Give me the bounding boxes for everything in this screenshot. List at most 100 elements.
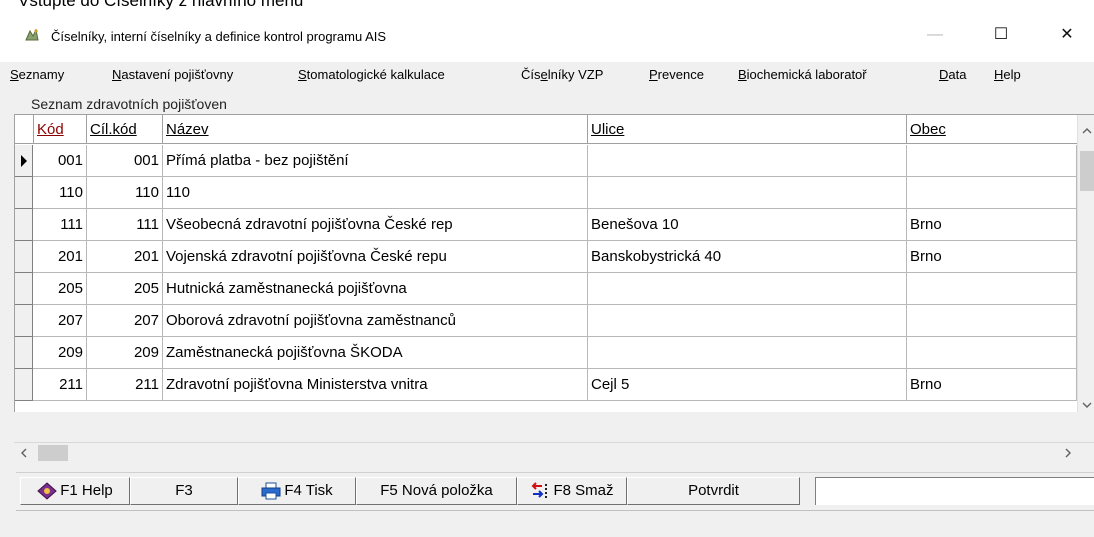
cell-cil-kod[interactable]: 205 <box>87 273 163 305</box>
cell-nazev[interactable]: Přímá platba - bez pojištění <box>163 145 588 177</box>
f5-new-item-button[interactable]: F5 Nová položka <box>356 477 517 505</box>
minimize-button[interactable]: — <box>912 20 958 50</box>
delete-arrows-icon <box>532 482 548 499</box>
f4-print-button[interactable]: F4 Tisk <box>238 477 356 505</box>
cell-ulice[interactable]: Banskobystrická 40 <box>588 241 907 273</box>
title-bar[interactable]: Číselníky, interní číselníky a definice … <box>0 14 1094 54</box>
menu-item-7[interactable]: Data <box>939 67 966 82</box>
grid-header: Kód Cíl.kód Název Ulice Obec <box>15 115 1085 144</box>
table-row[interactable]: 211 211 Zdravotní pojišťovna Ministerstva … <box>15 369 1077 401</box>
row-indicator[interactable] <box>15 241 33 273</box>
cell-cil-kod[interactable]: 111 <box>87 209 163 241</box>
cell-obec[interactable] <box>907 337 1077 369</box>
table-row[interactable]: 110 110 110 <box>15 177 1077 209</box>
cell-nazev[interactable]: 110 <box>163 177 588 209</box>
cell-ulice[interactable] <box>588 305 907 337</box>
menu-item-2[interactable]: Nastavení pojišťovny <box>112 67 233 82</box>
cell-cil-kod[interactable]: 207 <box>87 305 163 337</box>
vertical-scroll-thumb[interactable] <box>1080 151 1094 191</box>
work-area: Seznam zdravotních pojišťoven Kód Cíl.kó… <box>0 90 1094 537</box>
scroll-down-icon[interactable] <box>1082 401 1092 409</box>
cell-nazev[interactable]: Hutnická zaměstnanecká pojišťovna <box>163 273 588 305</box>
menu-item-3[interactable]: Stomatologické kalkulace <box>298 67 445 82</box>
cell-obec[interactable] <box>907 273 1077 305</box>
cell-ulice[interactable]: Benešova 10 <box>588 209 907 241</box>
cell-cil-kod[interactable]: 209 <box>87 337 163 369</box>
horizontal-scrollbar[interactable] <box>14 442 1094 462</box>
cell-ulice[interactable] <box>588 273 907 305</box>
f1-help-button[interactable]: F1 Help <box>20 477 130 505</box>
row-indicator[interactable] <box>15 145 33 177</box>
menu-item-6[interactable]: Biochemická laboratoř <box>738 67 867 82</box>
scroll-left-icon[interactable] <box>20 448 28 458</box>
menu-bar: Seznamy Nastavení pojišťovny Stomatologick… <box>0 62 1094 90</box>
cell-obec[interactable]: Brno <box>907 209 1077 241</box>
cell-nazev[interactable]: Zdravotní pojišťovna Ministerstva vnitra <box>163 369 588 401</box>
menu-item-4[interactable]: Číselníky VZP <box>521 67 603 82</box>
confirm-button[interactable]: Potvrdit <box>627 477 800 505</box>
column-header-nazev[interactable]: Název <box>163 115 588 144</box>
vertical-scrollbar[interactable] <box>1077 115 1094 412</box>
table-row[interactable]: 207 207 Oborová zdravotní pojišťovna zaměs… <box>15 305 1077 337</box>
horizontal-scroll-thumb[interactable] <box>38 445 68 461</box>
cell-kod[interactable]: 209 <box>34 337 87 369</box>
cell-obec[interactable] <box>907 177 1077 209</box>
cell-nazev[interactable]: Vojenská zdravotní pojišťovna České repu <box>163 241 588 273</box>
window-title: Číselníky, interní číselníky a definice … <box>51 29 387 44</box>
function-key-toolbar: F1 Help F3 F4 Tisk F5 Nová položka F8 Sm… <box>16 472 1094 508</box>
cell-ulice[interactable] <box>588 145 907 177</box>
cell-kod[interactable]: 111 <box>34 209 87 241</box>
cell-cil-kod[interactable]: 110 <box>87 177 163 209</box>
insurers-grid[interactable]: Kód Cíl.kód Název Ulice Obec 001 001 Přímá… <box>14 114 1094 412</box>
row-indicator[interactable] <box>15 209 33 241</box>
menu-item-1[interactable]: Seznamy <box>10 67 64 82</box>
cell-ulice[interactable] <box>588 177 907 209</box>
menu-item-5[interactable]: Prevence <box>649 67 704 82</box>
cell-nazev[interactable]: Oborová zdravotní pojišťovna zaměstnanců <box>163 305 588 337</box>
cell-kod[interactable]: 110 <box>34 177 87 209</box>
cell-cil-kod[interactable]: 201 <box>87 241 163 273</box>
toolbar-input-field[interactable] <box>815 477 1094 505</box>
printer-icon <box>261 482 281 500</box>
table-row[interactable]: 209 209 Zaměstnanecká pojišťovna ŠKODA <box>15 337 1077 369</box>
row-indicator[interactable] <box>15 177 33 209</box>
table-row[interactable]: 205 205 Hutnická zaměstnanecká pojišťovna <box>15 273 1077 305</box>
cell-kod[interactable]: 001 <box>34 145 87 177</box>
cell-ulice[interactable]: Cejl 5 <box>588 369 907 401</box>
table-row[interactable]: 001 001 Přímá platba - bez pojištění <box>15 145 1077 177</box>
menu-item-8[interactable]: Help <box>994 67 1021 82</box>
f8-delete-button[interactable]: F8 Smaž <box>517 477 627 505</box>
cell-obec[interactable]: Brno <box>907 241 1077 273</box>
cell-cil-kod[interactable]: 001 <box>87 145 163 177</box>
cell-nazev[interactable]: Všeobecná zdravotní pojišťovna České rep <box>163 209 588 241</box>
column-header-ulice[interactable]: Ulice <box>588 115 907 144</box>
cell-obec[interactable] <box>907 145 1077 177</box>
column-header-obec[interactable]: Obec <box>907 115 1077 144</box>
column-header-cil-kod[interactable]: Cíl.kód <box>87 115 163 144</box>
cell-kod[interactable]: 201 <box>34 241 87 273</box>
status-bar <box>16 510 1094 537</box>
cell-ulice[interactable] <box>588 337 907 369</box>
row-indicator[interactable] <box>15 305 33 337</box>
scroll-up-icon[interactable] <box>1082 127 1092 135</box>
maximize-button[interactable]: ☐ <box>978 20 1024 50</box>
row-indicator[interactable] <box>15 337 33 369</box>
table-row[interactable]: 111 111 Všeobecná zdravotní pojišťovna Čes… <box>15 209 1077 241</box>
row-indicator[interactable] <box>15 273 33 305</box>
cell-kod[interactable]: 211 <box>34 369 87 401</box>
row-indicator[interactable] <box>15 369 33 401</box>
f3-button[interactable]: F3 <box>130 477 238 505</box>
document-caption: Vstupte do Číselníky z hlavního menu <box>18 0 304 10</box>
ais-app-icon <box>25 28 39 41</box>
cell-obec[interactable]: Brno <box>907 369 1077 401</box>
scroll-right-icon[interactable] <box>1064 448 1072 458</box>
column-header-kod[interactable]: Kód <box>34 115 87 144</box>
cell-obec[interactable] <box>907 305 1077 337</box>
table-row[interactable]: 201 201 Vojenská zdravotní pojišťovna Česk… <box>15 241 1077 273</box>
help-book-icon <box>37 482 57 500</box>
cell-kod[interactable]: 205 <box>34 273 87 305</box>
cell-nazev[interactable]: Zaměstnanecká pojišťovna ŠKODA <box>163 337 588 369</box>
cell-cil-kod[interactable]: 211 <box>87 369 163 401</box>
close-button[interactable]: ✕ <box>1044 20 1090 50</box>
cell-kod[interactable]: 207 <box>34 305 87 337</box>
